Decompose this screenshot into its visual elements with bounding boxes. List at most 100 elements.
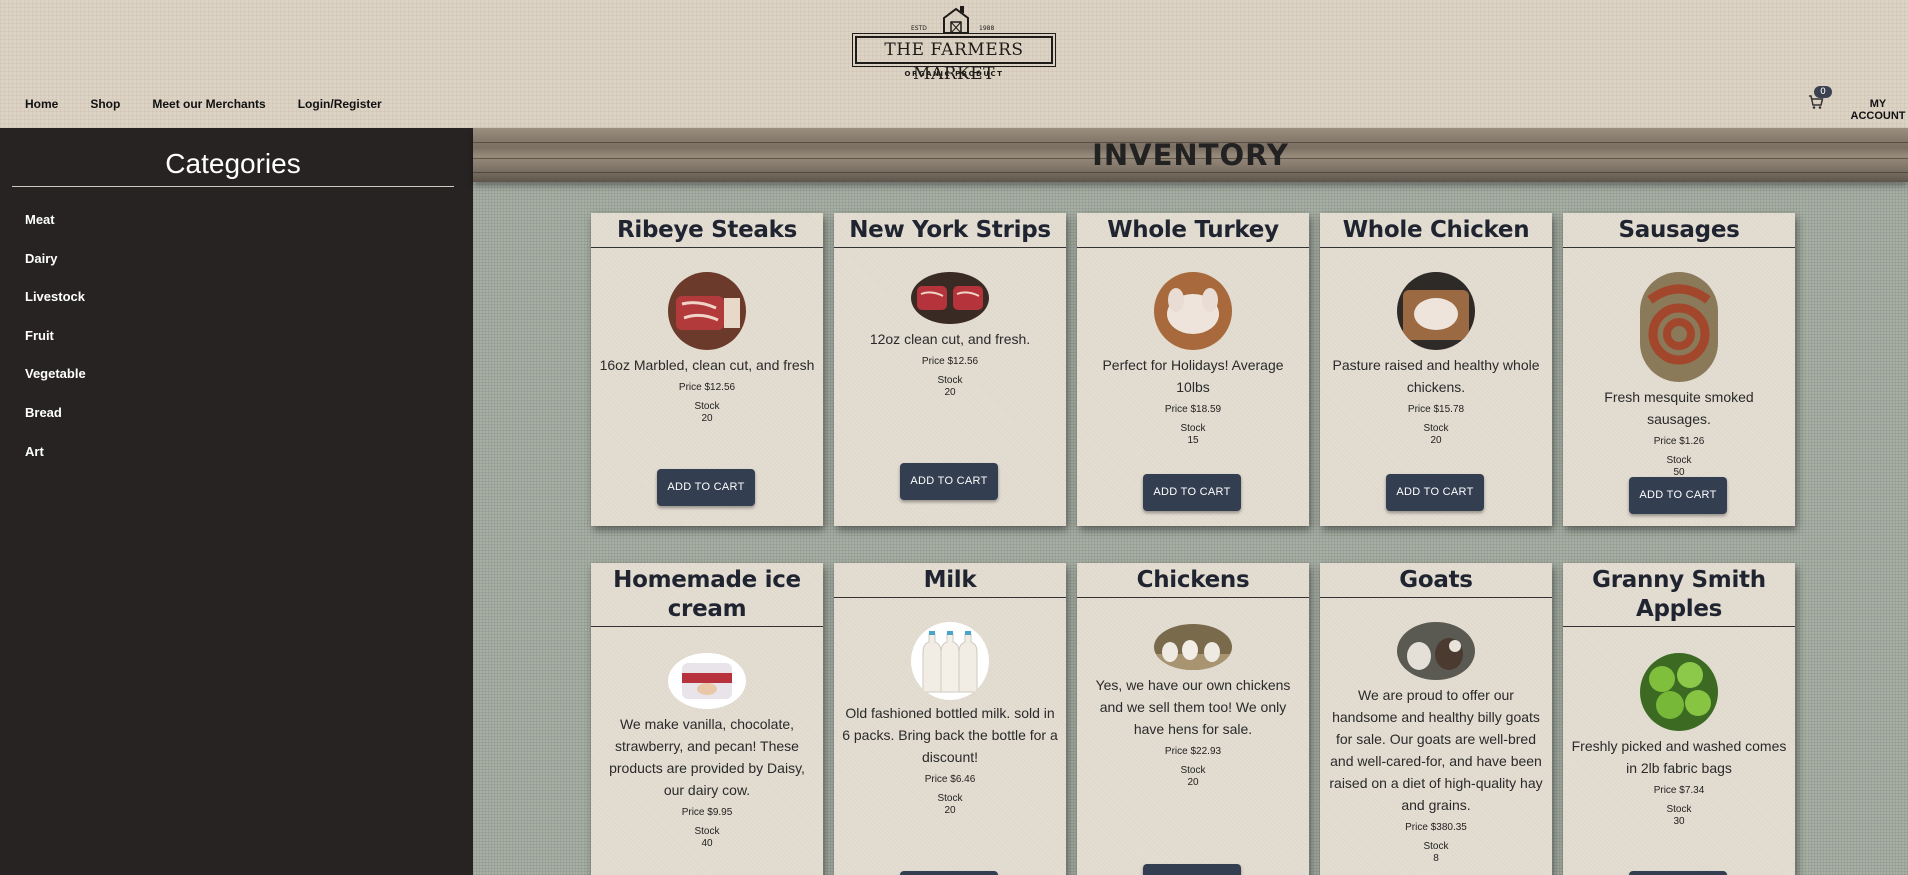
barn-icon bbox=[943, 6, 969, 34]
add-to-cart-button[interactable]: ADD TO CART bbox=[1386, 474, 1484, 511]
product-price: Price $9.95 bbox=[681, 807, 733, 818]
product-stock: Stock 40 bbox=[591, 826, 823, 850]
categories-title: Categories bbox=[12, 148, 454, 187]
site-logo[interactable]: ESTD 1988 THE FARMERS MARKET ORGANIC PRO… bbox=[852, 6, 1056, 84]
add-to-cart-button[interactable]: ADD TO CART bbox=[900, 871, 998, 875]
add-to-cart-button[interactable]: ADD TO CART bbox=[1143, 864, 1241, 875]
nav-merchants[interactable]: Meet our Merchants bbox=[152, 97, 265, 111]
wood-plank-line bbox=[473, 172, 1908, 173]
stock-value: 20 bbox=[1430, 435, 1442, 446]
stock-value: 20 bbox=[1187, 777, 1199, 788]
add-to-cart-button[interactable]: ADD TO CART bbox=[1629, 477, 1727, 514]
stock-value: 20 bbox=[701, 413, 713, 424]
stock-label: Stock bbox=[1423, 841, 1449, 852]
cart-count-badge: 0 bbox=[1814, 86, 1832, 98]
product-stock: Stock 8 bbox=[1320, 841, 1552, 865]
categories-list: Meat Dairy Livestock Fruit Vegetable Bre… bbox=[25, 212, 86, 482]
cart-button[interactable]: 0 bbox=[1808, 86, 1838, 110]
stock-label: Stock bbox=[1423, 423, 1449, 434]
categories-sidebar: Categories Meat Dairy Livestock Fruit Ve… bbox=[0, 128, 473, 875]
add-to-cart-button[interactable]: ADD TO CART bbox=[657, 469, 755, 506]
account-label-line1: MY bbox=[1869, 98, 1887, 110]
logo-estd: ESTD bbox=[911, 25, 927, 32]
product-stock: Stock 20 bbox=[834, 793, 1066, 817]
steak-photo[interactable] bbox=[668, 272, 746, 350]
add-to-cart-button[interactable]: ADD TO CART bbox=[900, 463, 998, 500]
product-card: Homemade ice cream We make vanilla, choc… bbox=[591, 563, 823, 875]
stock-value: 20 bbox=[944, 387, 956, 398]
product-name: Goats bbox=[1320, 563, 1552, 598]
nav-shop[interactable]: Shop bbox=[90, 97, 120, 111]
turkey-photo[interactable] bbox=[1154, 272, 1232, 350]
nav-login-register[interactable]: Login/Register bbox=[298, 97, 382, 111]
product-card: Goats We are proud to offer our handsome… bbox=[1320, 563, 1552, 875]
product-description: We are proud to offer our handsome and h… bbox=[1329, 687, 1543, 813]
product-description: Perfect for Holidays! Average 10lbs bbox=[1102, 357, 1284, 395]
product-name: Whole Chicken bbox=[1320, 213, 1552, 248]
nav-home[interactable]: Home bbox=[25, 97, 58, 111]
apples-photo[interactable] bbox=[1640, 653, 1718, 731]
sausage-photo[interactable] bbox=[1640, 272, 1718, 382]
product-price: Price $15.78 bbox=[1407, 404, 1465, 415]
product-stock: Stock 20 bbox=[591, 401, 823, 425]
stock-value: 8 bbox=[1433, 853, 1439, 864]
stock-label: Stock bbox=[1666, 455, 1692, 466]
stock-label: Stock bbox=[937, 793, 963, 804]
stock-label: Stock bbox=[937, 375, 963, 386]
product-name: Whole Turkey bbox=[1077, 213, 1309, 248]
category-fruit[interactable]: Fruit bbox=[25, 328, 86, 367]
logo-year: 1988 bbox=[979, 25, 995, 32]
ice-cream-photo[interactable] bbox=[668, 653, 746, 709]
stock-label: Stock bbox=[694, 826, 720, 837]
category-bread[interactable]: Bread bbox=[25, 405, 86, 444]
account-label-line2: ACCOUNT bbox=[1850, 110, 1906, 122]
logo-name: THE FARMERS MARKET bbox=[852, 33, 1056, 84]
product-name: New York Strips bbox=[834, 213, 1066, 248]
wood-banner: INVENTORY bbox=[473, 128, 1908, 182]
product-card: New York Strips 12oz clean cut, and fres… bbox=[834, 213, 1066, 526]
inventory-title: INVENTORY bbox=[1092, 138, 1289, 172]
product-description: Freshly picked and washed comes in 2lb f… bbox=[1571, 738, 1787, 776]
milk-photo[interactable] bbox=[911, 622, 989, 700]
category-livestock[interactable]: Livestock bbox=[25, 289, 86, 328]
product-name: Granny Smith Apples bbox=[1563, 563, 1795, 627]
product-price: Price $22.93 bbox=[1164, 746, 1222, 757]
add-to-cart-button[interactable]: ADD TO CART bbox=[1629, 871, 1727, 875]
my-account-link[interactable]: MY ACCOUNT bbox=[1850, 98, 1906, 122]
inventory-area: INVENTORY Ribeye Steaks 16oz Marbled, cl… bbox=[473, 128, 1908, 875]
stock-label: Stock bbox=[1180, 423, 1206, 434]
product-description: Yes, we have our own chickens and we sel… bbox=[1095, 677, 1291, 737]
category-art[interactable]: Art bbox=[25, 444, 86, 483]
product-card: Whole Chicken Pasture raised and healthy… bbox=[1320, 213, 1552, 526]
product-description: Pasture raised and healthy whole chicken… bbox=[1332, 357, 1540, 395]
product-price: Price $18.59 bbox=[1164, 404, 1222, 415]
stock-label: Stock bbox=[1180, 765, 1206, 776]
product-price: Price $1.26 bbox=[1653, 436, 1705, 447]
add-to-cart-button[interactable]: ADD TO CART bbox=[1143, 474, 1241, 511]
product-name: Chickens bbox=[1077, 563, 1309, 598]
category-dairy[interactable]: Dairy bbox=[25, 251, 86, 290]
stock-label: Stock bbox=[1666, 804, 1692, 815]
chicken-photo[interactable] bbox=[1397, 272, 1475, 350]
product-description: Old fashioned bottled milk. sold in 6 pa… bbox=[842, 705, 1058, 765]
product-name: Sausages bbox=[1563, 213, 1795, 248]
product-description: 16oz Marbled, clean cut, and fresh bbox=[599, 357, 815, 373]
product-card: Sausages Fresh mesquite smoked sausages.… bbox=[1563, 213, 1795, 526]
product-stock: Stock 20 bbox=[834, 375, 1066, 399]
category-meat[interactable]: Meat bbox=[25, 212, 86, 251]
product-description: Fresh mesquite smoked sausages. bbox=[1604, 389, 1754, 427]
category-vegetable[interactable]: Vegetable bbox=[25, 366, 86, 405]
hens-photo[interactable] bbox=[1154, 624, 1232, 670]
product-name: Homemade ice cream bbox=[591, 563, 823, 627]
goats-photo[interactable] bbox=[1397, 622, 1475, 680]
product-description: 12oz clean cut, and fresh. bbox=[869, 331, 1031, 347]
product-stock: Stock 20 bbox=[1077, 765, 1309, 789]
product-card: Whole Turkey Perfect for Holidays! Avera… bbox=[1077, 213, 1309, 526]
product-name: Milk bbox=[834, 563, 1066, 598]
product-card: Granny Smith Apples Freshly picked and w… bbox=[1563, 563, 1795, 875]
steak-photo[interactable] bbox=[911, 272, 989, 324]
product-price: Price $6.46 bbox=[924, 774, 976, 785]
product-stock: Stock 30 bbox=[1563, 804, 1795, 828]
stock-value: 20 bbox=[944, 805, 956, 816]
product-name: Ribeye Steaks bbox=[591, 213, 823, 248]
